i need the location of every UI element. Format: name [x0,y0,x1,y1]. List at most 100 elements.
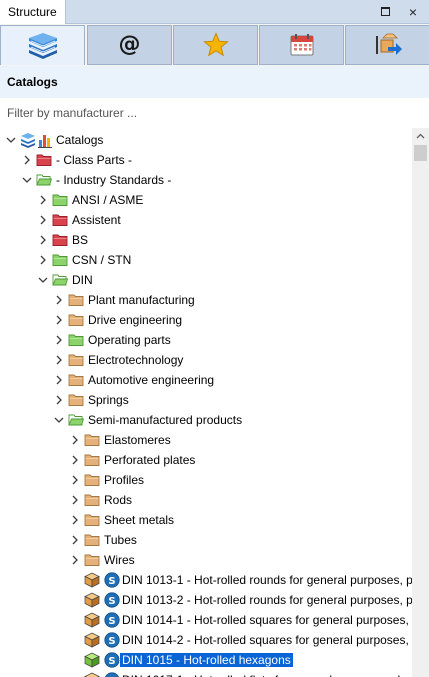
chevron-right-icon[interactable] [52,312,66,328]
tree-item-label: ANSI / ASME [72,193,144,207]
tree-item-label: Elastomeres [104,433,171,447]
tab-export[interactable] [345,25,429,65]
tree-item-label: DIN 1013-2 - Hot-rolled rounds for gener… [122,593,412,607]
folder-red-icon [52,212,68,228]
tool-tabstrip: @ [0,24,429,66]
svg-text:S: S [108,596,115,607]
tab-calendar[interactable] [259,25,344,65]
tab-email[interactable]: @ [87,25,172,65]
tree-item-part[interactable]: S DIN 1013-1 - Hot-rolled rounds for gene… [0,570,412,590]
chevron-down-icon[interactable] [36,272,50,288]
tree-item[interactable]: Profiles [0,470,412,490]
tree-item[interactable]: Electrotechnology [0,350,412,370]
standard-s-badge-icon: S [104,672,120,677]
chevron-right-icon[interactable] [68,432,82,448]
tree-item[interactable]: Rods [0,490,412,510]
tree-item-label: BS [72,233,89,247]
folder-tan-icon [68,392,84,408]
tree-item[interactable]: Tubes [0,530,412,550]
folder-green-open-icon [36,172,53,188]
tree-item[interactable]: Catalogs [0,130,412,150]
tree-item-label: Operating parts [88,333,171,347]
chevron-right-icon[interactable] [68,472,82,488]
part-cube-orange-icon [84,592,100,608]
tree-item-part[interactable]: S DIN 1014-1 - Hot-rolled squares for gen… [0,610,412,630]
scroll-up-button[interactable] [412,128,429,145]
folder-green-icon [52,192,68,208]
tree-item[interactable]: Plant manufacturing [0,290,412,310]
tree-item[interactable]: Perforated plates [0,450,412,470]
restore-button[interactable] [376,3,394,21]
calendar-icon [290,34,313,56]
chevron-right-icon[interactable] [68,492,82,508]
folder-tan-icon [68,312,84,328]
svg-text:S: S [108,576,115,587]
tree-item[interactable]: Automotive engineering [0,370,412,390]
tree-item-label: Tubes [104,533,137,547]
tree-item[interactable]: Springs [0,390,412,410]
tree-item-label: Catalogs [56,133,104,147]
chevron-right-icon[interactable] [52,332,66,348]
vertical-scrollbar[interactable] [412,128,429,677]
close-button[interactable]: × [404,3,422,21]
chevron-right-icon[interactable] [20,152,34,168]
chevron-right-icon[interactable] [68,512,82,528]
chevron-right-icon[interactable] [68,532,82,548]
chevron-right-icon[interactable] [52,292,66,308]
tree-item[interactable]: Drive engineering [0,310,412,330]
panel-title[interactable]: Structure [0,0,66,24]
tree-item[interactable]: Elastomeres [0,430,412,450]
chevron-right-icon[interactable] [68,552,82,568]
tree-item[interactable]: Semi-manufactured products [0,410,412,430]
tree-item[interactable]: Wires [0,550,412,570]
tab-catalogs[interactable] [0,25,85,65]
catalogs-root-icon [20,132,54,148]
standard-s-badge-icon: S [104,592,120,608]
chevron-right-icon[interactable] [36,252,50,268]
tree-item-part[interactable]: SDIN 1017-1 - Hot-rolled flats for gener… [0,670,412,677]
tree-item-label: Automotive engineering [88,373,215,387]
chevron-right-icon[interactable] [52,372,66,388]
folder-tan-icon [68,372,84,388]
chevron-down-icon[interactable] [20,172,34,188]
star-icon [202,32,229,57]
tree-item-label: DIN [72,273,93,287]
tree-item-part[interactable]: S DIN 1013-2 - Hot-rolled rounds for gene… [0,590,412,610]
chevron-right-icon[interactable] [68,452,82,468]
export-icon [375,33,402,55]
manufacturer-filter-input[interactable] [0,100,429,126]
tree-item[interactable]: Sheet metals [0,510,412,530]
tree-item[interactable]: CSN / STN [0,250,412,270]
tree-item[interactable]: - Class Parts - [0,150,412,170]
folder-tan-icon [84,432,100,448]
chevron-right-icon[interactable] [52,352,66,368]
tree-item[interactable]: BS [0,230,412,250]
chevron-right-icon[interactable] [36,232,50,248]
tree-item[interactable]: DIN [0,270,412,290]
chevron-down-icon[interactable] [52,412,66,428]
svg-text:S: S [108,636,115,647]
tree-item[interactable]: Assistent [0,210,412,230]
tree-item-part[interactable]: S DIN 1015 - Hot-rolled hexagons [0,650,412,670]
folder-tan-icon [84,452,100,468]
tree-item[interactable]: - Industry Standards - [0,170,412,190]
tree-item[interactable]: Operating parts [0,330,412,350]
scrollbar-thumb[interactable] [414,145,427,161]
chevron-right-icon[interactable] [36,192,50,208]
tree-item[interactable]: ANSI / ASME [0,190,412,210]
svg-text:S: S [108,616,115,627]
tree-item-label: Assistent [72,213,121,227]
tree-item-label: DIN 1014-1 - Hot-rolled squares for gene… [122,613,412,627]
panel-titlebar: Structure × [0,0,429,24]
tree-item-label: DIN 1017-1 - Hot-rolled flats for genera… [122,673,412,677]
part-cube-orange-icon [84,672,100,677]
tree-item-part[interactable]: S DIN 1014-2 - Hot-rolled squares for gen… [0,630,412,650]
folder-green-open-icon [68,412,85,428]
folder-green-open-icon [52,272,69,288]
chevron-right-icon[interactable] [36,212,50,228]
chevron-right-icon[interactable] [52,392,66,408]
chevron-down-icon[interactable] [4,132,18,148]
tab-favorites[interactable] [173,25,258,65]
at-sign-icon: @ [118,32,141,57]
tree-item-label: DIN 1014-2 - Hot-rolled squares for gene… [122,633,412,647]
